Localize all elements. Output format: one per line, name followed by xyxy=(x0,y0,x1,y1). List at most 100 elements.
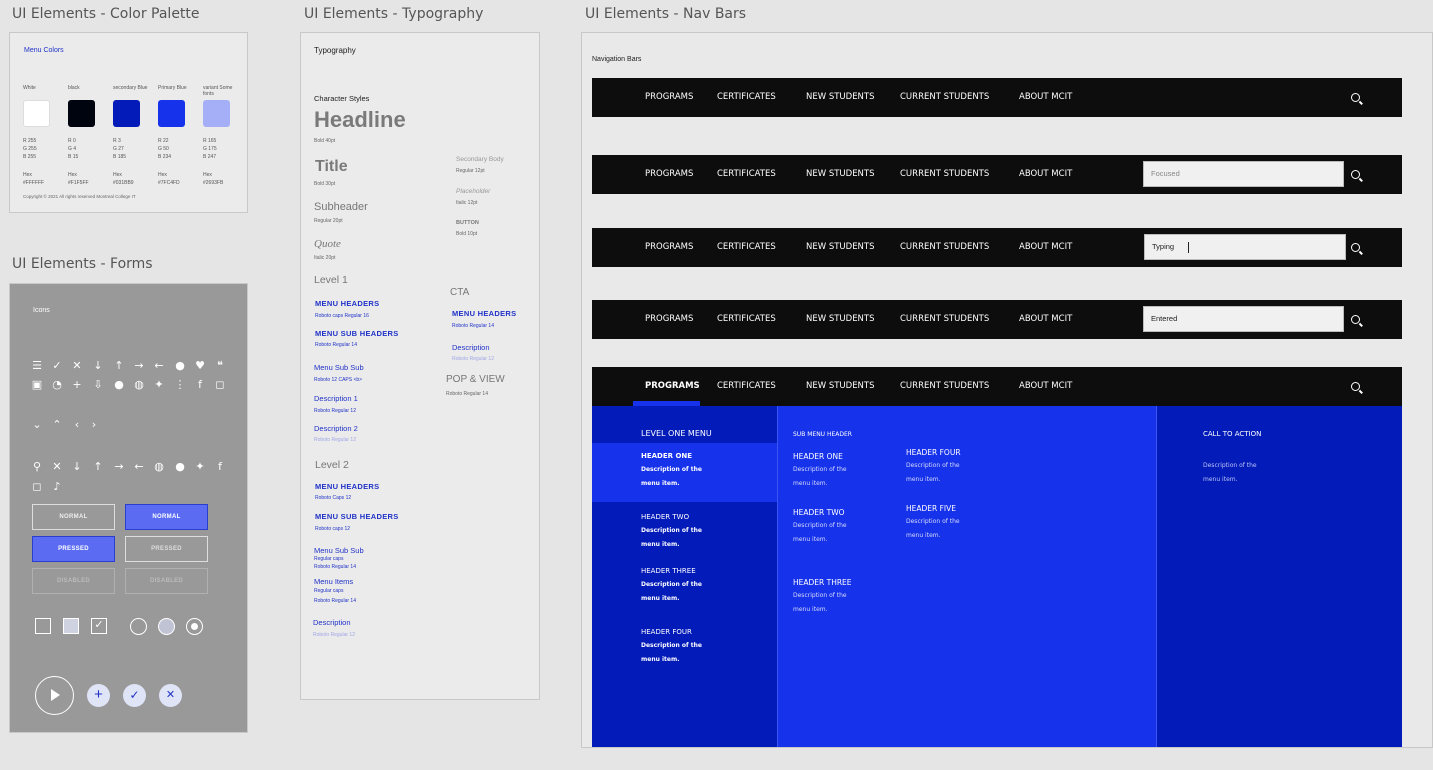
nav-item[interactable]: CURRENT STUDENTS xyxy=(900,78,989,117)
palette-heading: Menu Colors xyxy=(24,47,64,54)
normal-button-outline[interactable]: NORMAL xyxy=(32,504,115,530)
cancel-button[interactable]: ✕ xyxy=(159,684,182,707)
mega-item-header[interactable]: HEADER TWO xyxy=(641,513,689,521)
cta-menu-headers: MENU HEADERS xyxy=(452,309,517,318)
call-to-action-label[interactable]: CALL TO ACTION xyxy=(1203,430,1261,438)
nav-item[interactable]: CURRENT STUDENTS xyxy=(900,155,989,194)
play-button[interactable] xyxy=(35,676,74,715)
nav-item[interactable]: CERTIFICATES xyxy=(717,155,776,194)
l1-menu-sub-headers-spec: Roboto Regular 14 xyxy=(315,342,357,348)
search-icon[interactable] xyxy=(1351,170,1360,179)
nav-item[interactable]: CERTIFICATES xyxy=(717,300,776,339)
checkbox-checked[interactable]: ✓ xyxy=(91,618,107,634)
clock-icon: ◔ xyxy=(52,378,62,391)
arrow-up-icon: ↑ xyxy=(93,460,103,473)
nav-item[interactable]: CURRENT STUDENTS xyxy=(900,228,989,267)
user-icon: ● xyxy=(175,460,185,473)
nav-item[interactable]: PROGRAMS xyxy=(645,78,693,117)
search-input[interactable]: Typing xyxy=(1144,234,1346,260)
color-swatch xyxy=(23,100,50,127)
search-icon[interactable] xyxy=(1351,315,1360,324)
nav-item[interactable]: CERTIFICATES xyxy=(717,367,776,406)
nav-item[interactable]: ABOUT MCIT xyxy=(1019,367,1072,406)
search-input-value: Focused xyxy=(1151,169,1180,178)
arrow-left-icon: ← xyxy=(154,359,164,372)
add-button[interactable]: + xyxy=(87,684,110,707)
nav-item[interactable]: CERTIFICATES xyxy=(717,228,776,267)
search-icon[interactable] xyxy=(1351,93,1360,102)
submenu-item-header[interactable]: HEADER FIVE xyxy=(906,504,956,513)
nav-item[interactable]: NEW STUDENTS xyxy=(806,78,875,117)
submenu-item-header[interactable]: HEADER TWO xyxy=(793,508,845,517)
submenu-item-header[interactable]: HEADER ONE xyxy=(793,452,843,461)
swatch-hex-label: Hex xyxy=(113,172,122,178)
search-icon[interactable] xyxy=(1351,382,1360,391)
nav-bar: PROGRAMS CERTIFICATES NEW STUDENTS CURRENT … xyxy=(592,155,1402,194)
swatch-hex: #2693FB xyxy=(203,180,224,186)
nav-item[interactable]: CURRENT STUDENTS xyxy=(900,300,989,339)
search-input[interactable]: Focused xyxy=(1143,161,1344,187)
facebook-icon: f xyxy=(198,378,202,391)
l1-description-2-spec: Roboto Regular 12 xyxy=(314,437,356,443)
l2-menu-sub-headers: MENU SUB HEADERS xyxy=(315,512,399,521)
nav-item[interactable]: ABOUT MCIT xyxy=(1019,228,1072,267)
nav-item[interactable]: PROGRAMS xyxy=(645,300,693,339)
normal-button-filled[interactable]: NORMAL xyxy=(125,504,208,530)
submenu-item-desc: menu item. xyxy=(793,536,828,543)
disabled-button-outline-2: DISABLED xyxy=(125,568,208,594)
l1-menu-sub-headers: MENU SUB HEADERS xyxy=(315,329,399,338)
cta-description-line1: Description of the xyxy=(1203,462,1257,469)
swatch-hex-label: Hex xyxy=(158,172,167,178)
cta-label: CTA xyxy=(450,287,470,298)
swatch-b: B 255 xyxy=(23,154,37,160)
radio-hover[interactable] xyxy=(158,618,175,635)
nav-item[interactable]: NEW STUDENTS xyxy=(806,228,875,267)
radio-unchecked[interactable] xyxy=(130,618,147,635)
arrow-up-icon: ↑ xyxy=(114,359,124,372)
arrow-left-icon: ← xyxy=(134,460,144,473)
arrow-down-icon: ↓ xyxy=(93,359,103,372)
pressed-button-filled[interactable]: PRESSED xyxy=(32,536,115,562)
palette-copyright: Copyright © 2021 All rights reserved Mon… xyxy=(23,194,136,199)
nav-item[interactable]: NEW STUDENTS xyxy=(806,155,875,194)
nav-item[interactable]: CURRENT STUDENTS xyxy=(900,367,989,406)
nav-bar: PROGRAMS CERTIFICATES NEW STUDENTS CURRENT … xyxy=(592,367,1402,406)
chevron-up-icon: ⌃ xyxy=(52,418,62,431)
submenu-item-header[interactable]: HEADER FOUR xyxy=(906,448,961,457)
mega-item-desc: menu item. xyxy=(641,541,680,548)
nav-item[interactable]: PROGRAMS xyxy=(645,228,693,267)
swatch-g: G 255 xyxy=(23,146,37,152)
close-icon: ✕ xyxy=(165,689,176,701)
nav-item[interactable]: ABOUT MCIT xyxy=(1019,78,1072,117)
checkbox-hover[interactable] xyxy=(63,618,79,634)
radio-checked[interactable] xyxy=(186,618,203,635)
color-swatch xyxy=(113,100,140,127)
confirm-button[interactable]: ✓ xyxy=(123,684,146,707)
globe-icon: ◍ xyxy=(154,460,164,473)
placeholder-spec: Italic 12pt xyxy=(456,200,478,206)
placeholder-sample: Placeholder xyxy=(456,188,491,195)
l2-menu-headers: MENU HEADERS xyxy=(315,482,380,491)
checkbox-unchecked[interactable] xyxy=(35,618,51,634)
search-icon[interactable] xyxy=(1351,243,1360,252)
mega-item-header[interactable]: HEADER FOUR xyxy=(641,628,692,636)
submenu-item-header[interactable]: HEADER THREE xyxy=(793,578,852,587)
mega-item-desc: Description of the xyxy=(641,642,702,649)
swatch-name: secondary Blue xyxy=(113,85,148,91)
search-input[interactable]: Entered xyxy=(1143,306,1344,332)
submenu-item-desc: menu item. xyxy=(906,476,941,483)
mega-menu-cta-column xyxy=(1157,406,1402,747)
level-one-menu-label: LEVEL ONE MENU xyxy=(641,429,712,438)
submenu-item-desc: menu item. xyxy=(793,606,828,613)
nav-item[interactable]: ABOUT MCIT xyxy=(1019,300,1072,339)
mega-item-header[interactable]: HEADER THREE xyxy=(641,567,696,575)
nav-item[interactable]: PROGRAMS xyxy=(645,155,693,194)
nav-bar: PROGRAMS CERTIFICATES NEW STUDENTS CURRENT … xyxy=(592,300,1402,339)
chevron-left-icon: ‹ xyxy=(74,418,80,431)
nav-item[interactable]: ABOUT MCIT xyxy=(1019,155,1072,194)
nav-item[interactable]: NEW STUDENTS xyxy=(806,300,875,339)
nav-item[interactable]: NEW STUDENTS xyxy=(806,367,875,406)
pressed-button-outline[interactable]: PRESSED xyxy=(125,536,208,562)
mega-item-header[interactable]: HEADER ONE xyxy=(641,452,692,460)
nav-item[interactable]: CERTIFICATES xyxy=(717,78,776,117)
